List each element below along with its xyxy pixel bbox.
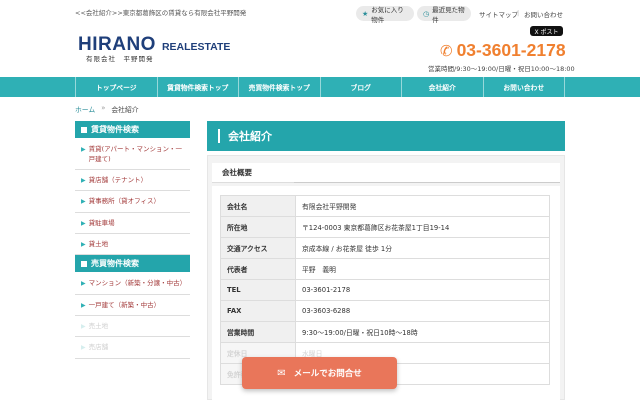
breadcrumb: ホーム » 会社紹介 <box>75 104 139 114</box>
breadcrumb-current: 会社紹介 <box>111 106 139 114</box>
section-heading-text: 会社概要 <box>222 168 252 177</box>
table-row: 交通アクセス 京成本線 / お花茶屋 徒歩 1分 <box>220 237 550 259</box>
favorites-button[interactable]: ★ お気に入り物件 <box>356 5 414 24</box>
page-title-text: 会社紹介 <box>228 130 272 143</box>
nav-item-company[interactable]: 会社紹介 <box>401 77 483 97</box>
square-icon <box>81 260 87 267</box>
breadcrumb-separator: » <box>101 104 106 112</box>
row-value: 03-3601-2178 <box>295 279 550 301</box>
sidebar-item-label: 貸店舗（テナント） <box>88 176 148 185</box>
logo-sub-text: REALESTATE <box>161 41 231 53</box>
triangle-right-icon: ▶ <box>81 344 86 352</box>
nav-item-rent-search[interactable]: 賃貸物件検索トップ <box>156 77 239 97</box>
breadcrumb-home[interactable]: ホーム <box>75 104 95 114</box>
sidebar-item-label: 貸土地 <box>88 240 109 249</box>
mail-inquiry-button[interactable]: ✉ メールでお問合せ <box>242 357 397 389</box>
section-heading: 会社概要 <box>212 163 560 183</box>
sidebar-heading-rent-label: 賃貸物件検索 <box>91 125 139 134</box>
sidebar-item-sale-mansion[interactable]: ▶ マンション（新築・分譲・中古） <box>75 273 190 295</box>
row-label: 交通アクセス <box>220 237 296 259</box>
sidebar-heading-sale: 売買物件検索 <box>75 255 190 274</box>
row-value: 京成本線 / お花茶屋 徒歩 1分 <box>295 237 550 259</box>
sidebar-heading-rent: 賃貸物件検索 <box>75 121 190 139</box>
phone-icon: ✆ <box>440 41 453 60</box>
square-icon <box>81 126 87 133</box>
sidebar-item-rent-office[interactable]: ▶ 貸事務所（貸オフィス） <box>75 191 190 213</box>
logo-main-text: HIRANO <box>78 34 156 55</box>
sidebar-item-sale-store[interactable]: ▶ 売店舗 <box>75 337 190 359</box>
nav-item-sale-search[interactable]: 売買物件検索トップ <box>238 77 320 97</box>
triangle-right-icon: ▶ <box>81 301 86 309</box>
business-hours: 営業時間/9:30～19:00/日曜・祝日10:00～18:00 <box>428 65 575 73</box>
row-value: 有限会社平野開発 <box>295 195 550 217</box>
sidebar-item-label: 売店舗 <box>88 343 109 352</box>
triangle-right-icon: ▶ <box>81 146 86 153</box>
row-label: 代表者 <box>220 258 296 280</box>
top-utility-bar: <<会社紹介>>東京都葛飾区の賃貸なら有限会社平野開発 ★ お気に入り物件 ◷ … <box>0 0 640 24</box>
row-label: TEL <box>220 279 296 301</box>
logo-company-name: 有限会社 平野開発 <box>86 55 154 63</box>
table-row: 営業時間 9:30～19:00/日曜・祝日10時～18時 <box>220 321 550 343</box>
row-label: 会社名 <box>220 195 296 217</box>
phone-number[interactable]: ✆ 03-3601-2178 <box>440 40 566 61</box>
sidebar-item-label: マンション（新築・分譲・中古） <box>88 279 187 288</box>
mail-inquiry-label: メールでお問合せ <box>293 369 362 379</box>
global-nav: トップページ 賃貸物件検索トップ 売買物件検索トップ ブログ 会社紹介 お問い合… <box>0 77 640 97</box>
sidebar-item-label: 売土地 <box>88 321 109 330</box>
phone-number-text: 03-3601-2178 <box>456 40 566 60</box>
sidebar-item-sale-land[interactable]: ▶ 売土地 <box>75 315 190 338</box>
row-label: 所在地 <box>220 216 296 238</box>
sidebar-item-sale-house[interactable]: ▶ 一戸建て（新築・中古） <box>75 294 190 316</box>
sidebar-item-rent-residence[interactable]: ▶ 賃貸(アパート・マンション・一戸建て) <box>75 139 190 171</box>
title-accent-bar <box>218 129 220 143</box>
row-label: 営業時間 <box>220 321 296 343</box>
sidebar-item-label: 貸事務所（貸オフィス） <box>88 197 160 206</box>
favorites-label: お気に入り物件 <box>371 5 404 24</box>
envelope-icon: ✉ <box>277 367 286 379</box>
nav-item-contact[interactable]: お問い合わせ <box>482 77 565 97</box>
row-value: 〒124-0003 東京都葛飾区お花茶屋1丁目19-14 <box>295 216 550 238</box>
x-post-button[interactable]: X ポスト <box>530 26 563 36</box>
row-value: 平野 義明 <box>295 258 550 280</box>
sidebar: 賃貸物件検索 ▶ 賃貸(アパート・マンション・一戸建て) ▶ 貸店舗（テナント）… <box>75 121 190 359</box>
history-icon: ◷ <box>423 9 430 18</box>
sidebar-item-label: 一戸建て（新築・中古） <box>88 300 161 309</box>
row-label: FAX <box>220 300 296 322</box>
nav-item-blog[interactable]: ブログ <box>319 77 402 97</box>
page-title: 会社紹介 <box>207 121 565 151</box>
table-row: TEL 03-3601-2178 <box>220 279 550 301</box>
sidebar-item-rent-parking[interactable]: ▶ 貸駐車場 <box>75 212 190 235</box>
table-row: 会社名 有限会社平野開発 <box>220 195 550 217</box>
sidebar-item-label: 賃貸(アパート・マンション・一戸建て) <box>88 145 183 164</box>
table-row: 代表者 平野 義明 <box>220 258 550 280</box>
section-underline <box>294 182 560 183</box>
nav-item-top[interactable]: トップページ <box>75 77 157 97</box>
sidebar-item-rent-store[interactable]: ▶ 貸店舗（テナント） <box>75 170 190 192</box>
top-contact-link[interactable]: お問い合わせ <box>524 9 563 19</box>
recently-viewed-label: 最近見た物件 <box>432 5 465 24</box>
table-row: 所在地 〒124-0003 東京都葛飾区お花茶屋1丁目19-14 <box>220 216 550 238</box>
sidebar-heading-sale-label: 売買物件検索 <box>91 259 139 269</box>
star-icon: ★ <box>362 9 369 18</box>
triangle-right-icon: ▶ <box>81 280 86 288</box>
sidebar-item-label: 貸駐車場 <box>88 218 115 227</box>
seo-tagline: <<会社紹介>>東京都葛飾区の賃貸なら有限会社平野開発 <box>75 9 247 17</box>
row-value: 03-3603-6288 <box>295 300 550 322</box>
sitemap-link[interactable]: サイトマップ <box>479 9 518 19</box>
triangle-right-icon: ▶ <box>81 198 86 206</box>
recently-viewed-button[interactable]: ◷ 最近見た物件 <box>417 5 471 24</box>
triangle-right-icon: ▶ <box>81 219 86 227</box>
triangle-right-icon: ▶ <box>81 322 86 330</box>
triangle-right-icon: ▶ <box>81 241 86 249</box>
top-link-divider: | <box>517 9 520 17</box>
triangle-right-icon: ▶ <box>81 177 86 185</box>
table-row: FAX 03-3603-6288 <box>220 300 550 322</box>
row-value: 9:30～19:00/日曜・祝日10時～18時 <box>295 321 550 343</box>
sidebar-item-rent-land[interactable]: ▶ 貸土地 <box>75 234 190 256</box>
